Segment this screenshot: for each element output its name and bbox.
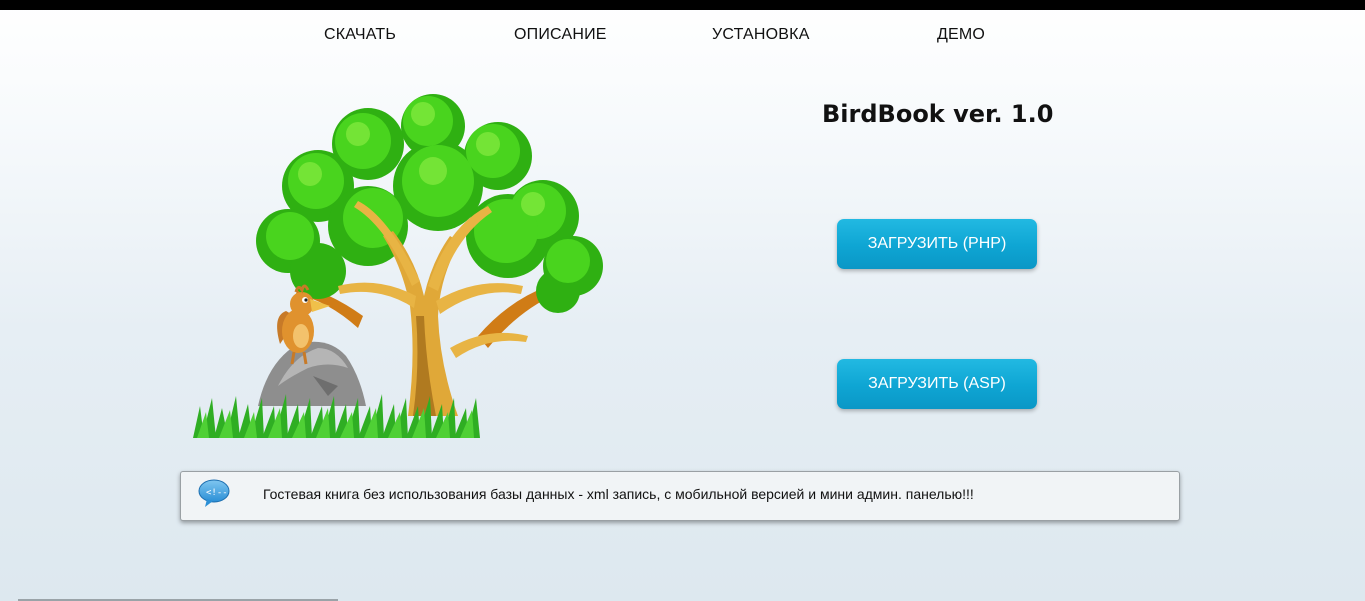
- speech-bubble-code-icon: <!--: [198, 479, 230, 507]
- nav-description[interactable]: ОПИСАНИЕ: [514, 26, 607, 44]
- nav-installation[interactable]: УСТАНОВКА: [712, 26, 810, 44]
- nav-demo[interactable]: ДЕМО: [937, 26, 985, 44]
- tree-bird-illustration: [193, 94, 603, 438]
- top-bar: [0, 0, 1365, 10]
- info-banner: <!-- Гостевая книга без использования ба…: [180, 471, 1180, 521]
- svg-text:<!--: <!--: [206, 488, 228, 498]
- page-title: BirdBook ver. 1.0: [822, 100, 1054, 128]
- nav-download[interactable]: СКАЧАТЬ: [324, 26, 396, 44]
- info-text: Гостевая книга без использования базы да…: [263, 486, 974, 502]
- top-navigation: СКАЧАТЬ ОПИСАНИЕ УСТАНОВКА ДЕМО: [0, 26, 1365, 46]
- download-php-button[interactable]: ЗАГРУЗИТЬ (PHP): [837, 219, 1037, 269]
- download-asp-button[interactable]: ЗАГРУЗИТЬ (ASP): [837, 359, 1037, 409]
